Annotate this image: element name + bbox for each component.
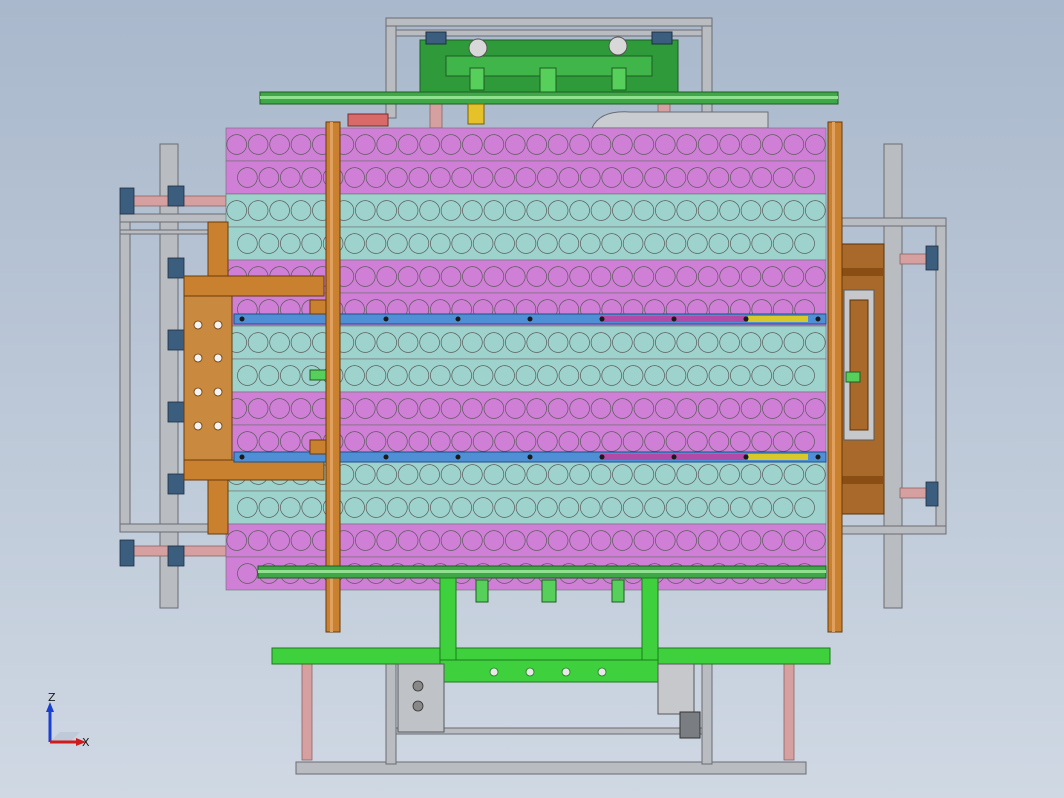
bottom-green-assembly xyxy=(257,565,831,739)
cad-viewport[interactable]: Z X xyxy=(0,0,1064,798)
coordinate-triad: Z X xyxy=(46,691,90,749)
container-row xyxy=(225,226,827,261)
container-row xyxy=(225,325,827,360)
top-green-assembly xyxy=(259,31,839,129)
container-row xyxy=(225,193,827,228)
x-axis-label: X xyxy=(82,736,90,749)
container-row xyxy=(225,127,827,162)
container-row xyxy=(225,391,827,426)
container-row xyxy=(225,490,827,525)
container-row xyxy=(225,523,827,558)
right-brown-mechanism xyxy=(837,243,885,515)
z-axis-label: Z xyxy=(48,691,56,704)
container-row xyxy=(225,160,827,195)
container-grid xyxy=(225,127,827,591)
